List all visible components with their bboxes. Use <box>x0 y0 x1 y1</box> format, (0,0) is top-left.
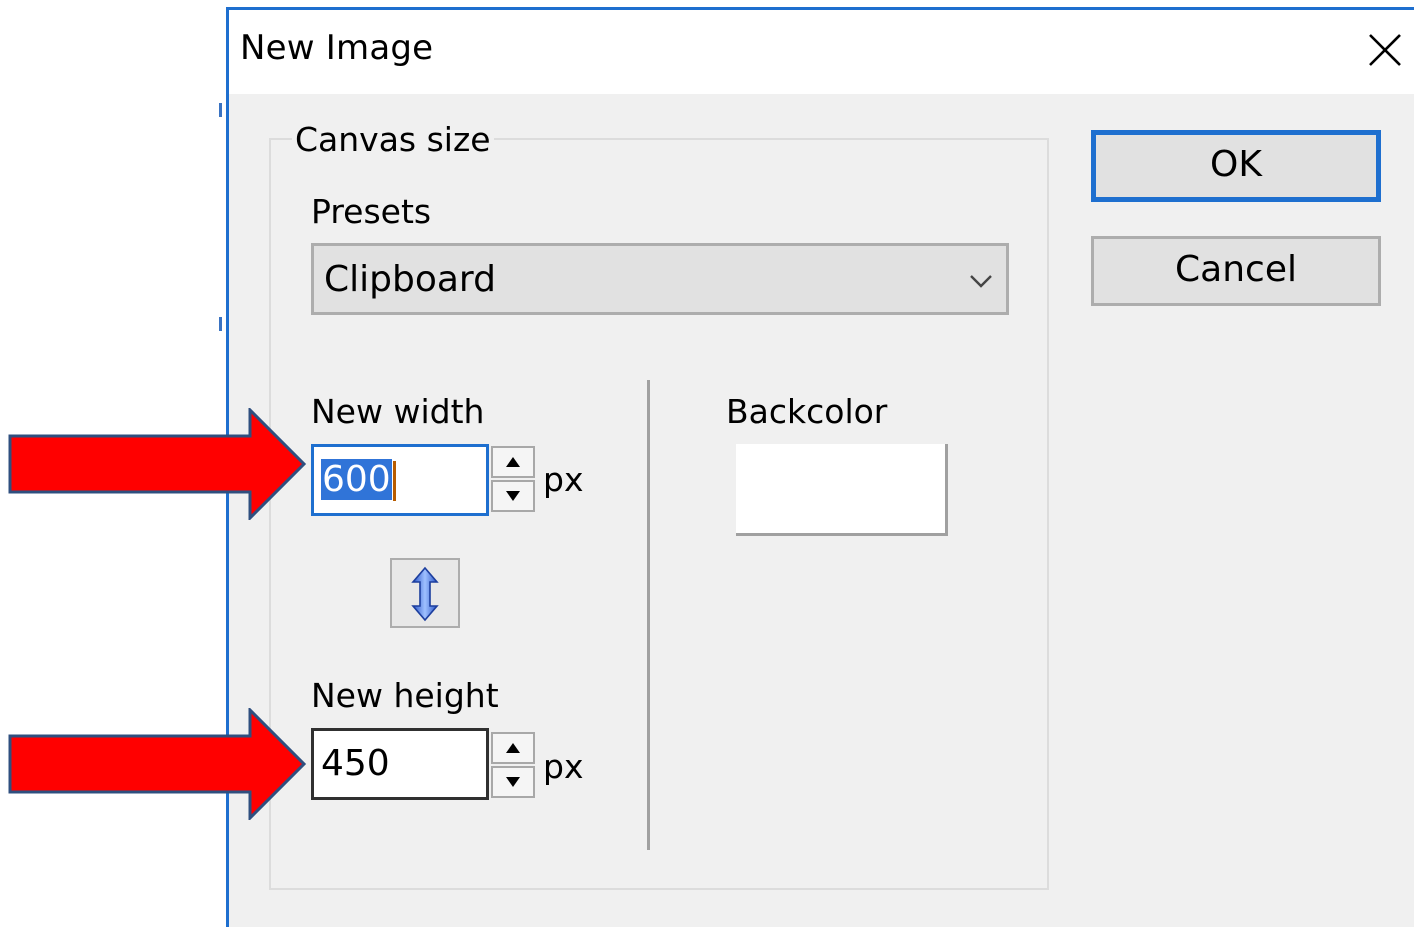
new-width-input[interactable]: 600 <box>311 444 489 516</box>
cancel-button[interactable]: Cancel <box>1091 236 1381 306</box>
new-width-label: New width <box>311 392 485 431</box>
background-mark <box>219 317 222 331</box>
backcolor-swatch[interactable] <box>736 444 948 536</box>
new-width-spin-up-button[interactable] <box>491 446 535 478</box>
text-caret <box>392 461 396 501</box>
presets-dropdown[interactable]: Clipboard <box>311 243 1009 315</box>
triangle-down-icon <box>506 777 520 787</box>
new-width-spin-down-button[interactable] <box>491 480 535 512</box>
background-mark <box>219 103 222 117</box>
title-bar: New Image <box>229 10 1414 94</box>
vertical-double-arrow-icon <box>411 566 439 622</box>
new-width-value: 600 <box>321 459 392 500</box>
vertical-divider <box>647 380 650 850</box>
canvas-size-group-label: Canvas size <box>292 120 494 159</box>
width-unit-label: px <box>543 460 584 499</box>
backcolor-label: Backcolor <box>726 392 888 431</box>
triangle-up-icon <box>506 457 520 467</box>
new-height-label: New height <box>311 676 499 715</box>
new-height-spin-down-button[interactable] <box>491 766 535 798</box>
link-dimensions-button[interactable] <box>390 558 460 628</box>
new-width-spinner[interactable] <box>491 446 537 514</box>
red-arrow-right-icon <box>8 708 307 820</box>
new-image-dialog: New Image Canvas size Presets Clipboard … <box>226 7 1414 927</box>
ok-button[interactable]: OK <box>1091 130 1381 202</box>
presets-label: Presets <box>311 192 432 231</box>
new-height-spin-up-button[interactable] <box>491 732 535 764</box>
presets-selected-value: Clipboard <box>324 259 496 300</box>
new-height-input[interactable]: 450 <box>311 728 489 800</box>
new-height-spinner[interactable] <box>491 732 537 800</box>
dialog-title: New Image <box>240 28 434 68</box>
height-unit-label: px <box>543 747 584 786</box>
new-height-value: 450 <box>321 743 390 784</box>
chevron-down-icon <box>970 275 992 288</box>
triangle-up-icon <box>506 743 520 753</box>
triangle-down-icon <box>506 491 520 501</box>
close-icon <box>1369 34 1401 66</box>
close-button[interactable] <box>1359 24 1411 76</box>
red-arrow-right-icon <box>8 408 307 520</box>
